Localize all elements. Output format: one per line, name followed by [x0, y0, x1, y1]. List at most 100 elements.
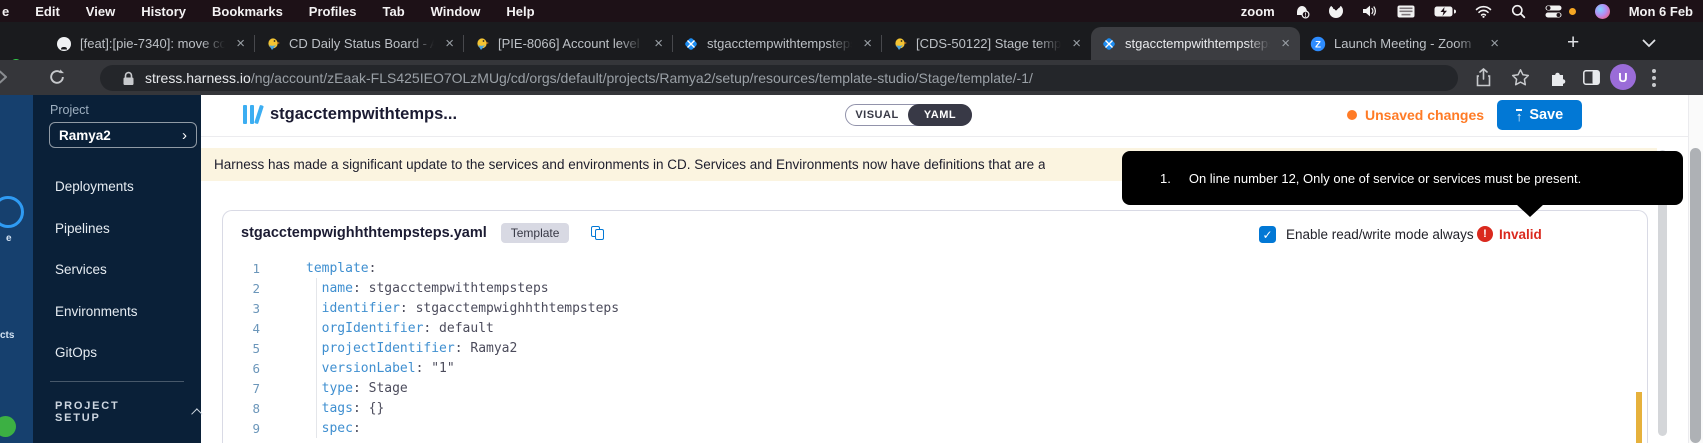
line-number: 6 — [223, 361, 260, 376]
tab-close-icon[interactable]: × — [236, 36, 245, 51]
browser-scrollbar-thumb[interactable] — [1690, 148, 1701, 443]
template-studio-header: stgacctempwithtemps... VISUAL YAML Unsav… — [201, 95, 1703, 137]
yaml-line-6[interactable]: 6 versionLabel: "1" — [223, 358, 1623, 378]
readwrite-label[interactable]: Enable read/write mode always — [1286, 227, 1474, 242]
yaml-line-2[interactable]: 2 name: stgacctempwithtempsteps — [223, 278, 1623, 298]
browser-tab-3[interactable]: stgacctempwithtempsteps × — [673, 27, 882, 60]
toggle-visual[interactable]: VISUAL — [846, 109, 908, 121]
volume-icon[interactable] — [1362, 3, 1378, 19]
menu-status-area: zoom ! — [1241, 3, 1703, 19]
reload-icon[interactable] — [48, 68, 66, 86]
browser-tab-0[interactable]: [feat]:[pie-7340]: move co× — [46, 27, 255, 60]
yaml-code[interactable]: 1template:2 name: stgacctempwithtempstep… — [223, 258, 1623, 438]
menu-item-edit[interactable]: Edit — [35, 4, 60, 19]
menu-item-zoom[interactable]: zoom — [1241, 4, 1275, 19]
tab-close-icon[interactable]: × — [445, 36, 454, 51]
tab-title: stgacctempwithtempsteps — [1125, 36, 1273, 51]
siri-icon[interactable] — [1595, 3, 1610, 19]
sidebar-item-project-setup[interactable]: PROJECT SETUP — [55, 400, 201, 424]
line-number: 3 — [223, 301, 260, 316]
unsaved-dot-icon — [1347, 110, 1357, 120]
yaml-line-5[interactable]: 5 projectIdentifier: Ramya2 — [223, 338, 1623, 358]
menu-item-history[interactable]: History — [141, 4, 186, 19]
menu-item-help[interactable]: Help — [506, 4, 534, 19]
forward-icon[interactable] — [0, 68, 11, 86]
rail-label-fragment[interactable]: cts — [0, 330, 14, 341]
browser-tab-strip: [feat]:[pie-7340]: move co×CD Daily Stat… — [0, 22, 1703, 60]
spotlight-search-icon[interactable] — [1511, 3, 1526, 19]
yaml-line-1[interactable]: 1template: — [223, 258, 1623, 278]
browser-tab-4[interactable]: [CDS-50122] Stage templa× — [882, 27, 1091, 60]
unsaved-changes-badge: Unsaved changes — [1347, 107, 1484, 123]
browser-tab-1[interactable]: CD Daily Status Board - Ag × — [255, 27, 464, 60]
tab-close-icon[interactable]: × — [654, 36, 663, 51]
app-update-alert-icon[interactable]: ! — [1294, 3, 1310, 19]
menu-item-bookmarks[interactable]: Bookmarks — [212, 4, 283, 19]
project-selector[interactable]: Ramya2 › — [49, 122, 197, 148]
profile-avatar[interactable]: U — [1610, 64, 1636, 90]
browser-tab-2[interactable]: [PIE-8066] Account level t × — [464, 27, 673, 60]
tab-title: [PIE-8066] Account level t — [498, 36, 646, 51]
tab-close-icon[interactable]: × — [863, 36, 872, 51]
yaml-filename: stgacctempwighhthtempsteps.yaml — [241, 225, 487, 241]
browser-tab-5-active[interactable]: stgacctempwithtempsteps × — [1091, 27, 1300, 60]
sidebar-item-deployments[interactable]: Deployments — [33, 166, 201, 208]
copy-icon[interactable] — [591, 226, 606, 241]
tab-title: CD Daily Status Board - Ag — [289, 36, 437, 51]
tab-title: stgacctempwithtempsteps — [707, 36, 855, 51]
battery-icon[interactable] — [1434, 3, 1456, 19]
control-center-icon[interactable] — [1545, 3, 1562, 19]
browser-tab-6[interactable]: ZLaunch Meeting - Zoom× — [1300, 27, 1509, 60]
tab-close-icon[interactable]: × — [1072, 36, 1081, 51]
line-content: identifier: stgacctempwighhthtempsteps — [260, 301, 619, 316]
module-green-icon[interactable] — [0, 416, 16, 437]
tab-close-icon[interactable]: × — [1490, 36, 1499, 51]
checkbox-checked-icon[interactable]: ✓ — [1259, 226, 1276, 243]
address-bar[interactable]: stress.harness.io/ng/account/zEaak-FLS42… — [100, 65, 1458, 91]
lock-icon[interactable] — [122, 71, 135, 86]
sidebar-item-services[interactable]: Services — [33, 249, 201, 291]
extensions-puzzle-icon[interactable] — [1549, 69, 1567, 87]
yaml-line-7[interactable]: 7 type: Stage — [223, 378, 1623, 398]
bookmark-star-icon[interactable] — [1511, 68, 1530, 87]
save-button[interactable]: ↑ Save — [1497, 100, 1582, 130]
toggle-yaml[interactable]: YAML — [908, 104, 972, 126]
sidebar-items: DeploymentsPipelinesServicesEnvironments… — [33, 166, 201, 374]
tooltip-index: 1. — [1122, 171, 1171, 186]
sidebar-item-pipelines[interactable]: Pipelines — [33, 208, 201, 250]
c-shape-menu-icon[interactable] — [1329, 3, 1343, 19]
sidebar-item-environments[interactable]: Environments — [33, 291, 201, 333]
wifi-icon[interactable] — [1475, 3, 1492, 19]
project-sidebar: Project Ramya2 › DeploymentsPipelinesSer… — [33, 95, 201, 443]
yaml-line-8[interactable]: 8 tags: {} — [223, 398, 1623, 418]
keyboard-icon[interactable] — [1397, 3, 1415, 19]
menu-item-profiles[interactable]: Profiles — [309, 4, 357, 19]
browser-menu-icon[interactable] — [1652, 69, 1656, 90]
sidebar-item-gitops[interactable]: GitOps — [33, 332, 201, 374]
menu-item-view[interactable]: View — [86, 4, 115, 19]
svg-text:!: ! — [1304, 13, 1306, 19]
menu-clock[interactable]: Mon 6 Feb — [1629, 4, 1693, 19]
rail-label-fragment[interactable]: e — [6, 233, 12, 244]
share-icon[interactable] — [1475, 68, 1492, 87]
bird-icon — [265, 36, 281, 52]
tab-close-icon[interactable]: × — [1281, 36, 1290, 51]
chevron-right-icon: › — [182, 127, 187, 144]
menu-item-tab[interactable]: Tab — [382, 4, 404, 19]
upload-arrow-icon: ↑ — [1516, 109, 1523, 122]
status-orange-dot — [1569, 8, 1576, 15]
tab-search-chevron-icon[interactable] — [1642, 39, 1656, 48]
menu-item-window[interactable]: Window — [431, 4, 481, 19]
yaml-line-4[interactable]: 4 orgIdentifier: default — [223, 318, 1623, 338]
module-icon-partial[interactable] — [0, 196, 24, 228]
url-domain: stress.harness.io — [145, 70, 251, 86]
yaml-line-9[interactable]: 9 spec: — [223, 418, 1623, 438]
menu-item-partial[interactable]: e — [2, 4, 9, 19]
browser-tabs: [feat]:[pie-7340]: move co×CD Daily Stat… — [46, 27, 1509, 60]
unsaved-changes-label: Unsaved changes — [1365, 107, 1484, 123]
error-icon: ! — [1477, 226, 1493, 242]
line-content: orgIdentifier: default — [260, 321, 494, 336]
side-panel-icon[interactable] — [1583, 70, 1600, 85]
yaml-line-3[interactable]: 3 identifier: stgacctempwighhthtempsteps — [223, 298, 1623, 318]
new-tab-button[interactable]: + — [1567, 34, 1579, 52]
